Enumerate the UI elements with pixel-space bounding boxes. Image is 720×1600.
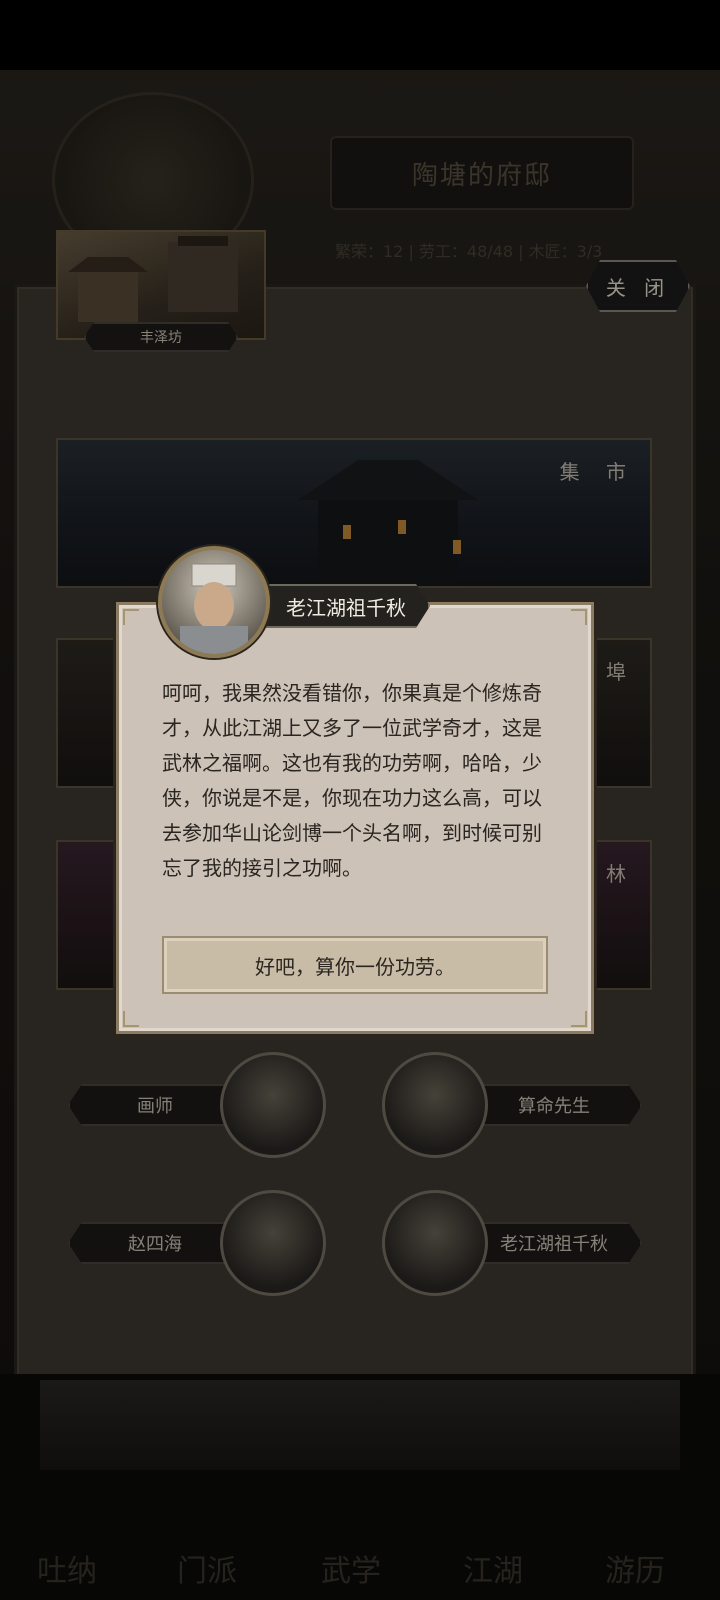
speaker-name-tag: 老江湖祖千秋	[262, 584, 430, 628]
dialog-message: 呵呵，我果然没看错你，你果真是个修炼奇才，从此江湖上又多了一位武学奇才，这是武林…	[162, 681, 542, 880]
corner-ornament	[123, 1011, 139, 1027]
corner-ornament	[571, 609, 587, 625]
corner-ornament	[571, 1011, 587, 1027]
zu-qianqiu-face-icon	[180, 563, 248, 654]
speaker-portrait-icon	[158, 546, 270, 658]
corner-ornament	[123, 609, 139, 625]
reply-button[interactable]: 好吧，算你一份功劳。	[162, 936, 548, 994]
